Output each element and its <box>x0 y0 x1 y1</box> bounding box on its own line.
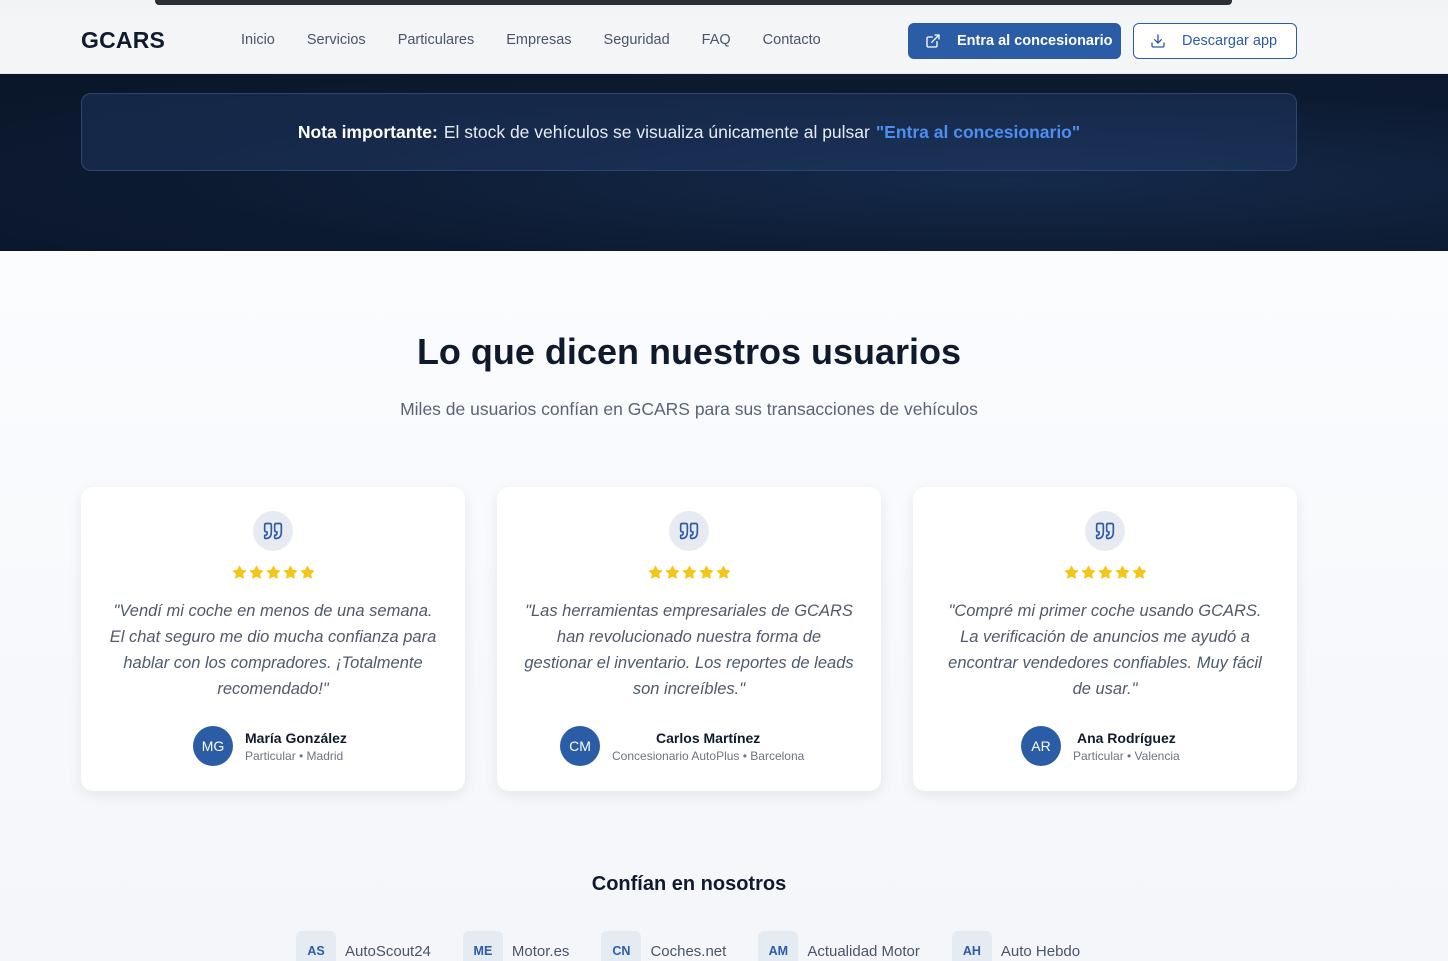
partner-badge: AS <box>296 931 336 961</box>
menu-item-seguridad[interactable]: Seguridad <box>604 32 670 48</box>
partner-badge: AH <box>951 931 992 961</box>
menu-item-contacto[interactable]: Contacto <box>763 32 821 48</box>
author-name: Ana Rodríguez <box>1076 729 1176 746</box>
partner-name: AutoScout24 <box>345 942 431 960</box>
enter-dealership-button[interactable]: Entra al concesionario <box>908 23 1121 59</box>
menu-item-servicios[interactable]: Servicios <box>307 32 366 48</box>
testimonial-quote: "Las herramientas empresariales de GCARS… <box>524 602 854 698</box>
trust-title: Confían en nosotros <box>591 873 787 895</box>
star-rating <box>497 565 881 580</box>
star-icon <box>699 565 713 579</box>
star-icon <box>1115 565 1129 579</box>
star-icon <box>249 565 263 579</box>
partner-item: AM Actualidad Motor <box>758 931 920 961</box>
testimonials-title: Lo que dicen nuestros usuarios <box>416 331 962 372</box>
testimonial-quote: "Vendí mi coche en menos de una semana. … <box>109 602 437 698</box>
menu-item-faq[interactable]: FAQ <box>702 32 731 48</box>
browser-top-strip <box>0 0 1448 9</box>
star-icon <box>300 565 314 579</box>
quote-icon <box>669 511 709 551</box>
star-icon <box>1064 565 1078 579</box>
star-icon <box>1098 565 1112 579</box>
author-name: Carlos Martínez <box>656 729 761 746</box>
menu-item-particulares[interactable]: Particulares <box>398 32 475 48</box>
partner-item: AS AutoScout24 <box>296 931 431 961</box>
testimonial-card: "Las herramientas empresariales de GCARS… <box>497 487 881 791</box>
partner-item: ME Motor.es <box>462 931 570 961</box>
star-icon <box>716 565 730 579</box>
testimonial-quote: "Compré mi primer coche usando GCARS. La… <box>948 602 1262 698</box>
external-link-icon <box>926 34 940 48</box>
partner-badge: AM <box>758 931 799 961</box>
partner-name: Motor.es <box>511 942 570 960</box>
star-icon <box>232 565 246 579</box>
star-icon <box>682 565 696 579</box>
hero-section: Nota importante: El stock de vehículos s… <box>0 74 1448 251</box>
author-role: Concesionario AutoPlus • Barcelona <box>612 748 805 763</box>
notice-text: El stock de vehículos se visualiza única… <box>443 121 870 142</box>
partner-item: AH Auto Hebdo <box>951 931 1081 961</box>
star-icon <box>266 565 280 579</box>
testimonial-card: "Compré mi primer coche usando GCARS. La… <box>913 487 1297 791</box>
logo[interactable]: GCARS <box>81 27 165 54</box>
partner-badge: CN <box>601 931 642 961</box>
download-app-label: Descargar app <box>1182 33 1278 49</box>
quote-icon <box>253 511 293 551</box>
important-notice: Nota importante: El stock de vehículos s… <box>81 93 1297 171</box>
star-icon <box>283 565 297 579</box>
partner-item: CN Coches.net <box>601 931 726 961</box>
menu-item-inicio[interactable]: Inicio <box>241 32 275 48</box>
star-rating <box>81 565 465 580</box>
author-role: Particular • Valencia <box>1073 748 1180 763</box>
partner-name: Auto Hebdo <box>1000 942 1081 960</box>
star-rating <box>913 565 1297 580</box>
testimonial-author: MG María González Particular • Madrid <box>193 726 347 766</box>
testimonial-author: AR Ana Rodríguez Particular • Valencia <box>1021 726 1180 766</box>
testimonials-section: Lo que dicen nuestros usuarios Miles de … <box>0 251 1448 961</box>
testimonial-author: CM Carlos Martínez Concesionario AutoPlu… <box>560 726 804 766</box>
download-icon <box>1151 34 1165 48</box>
download-app-button[interactable]: Descargar app <box>1133 23 1297 59</box>
avatar: AR <box>1021 726 1061 766</box>
notice-label: Nota importante: <box>297 121 438 142</box>
partner-name: Actualidad Motor <box>807 942 920 960</box>
avatar: CM <box>560 726 600 766</box>
top-scroll-bar <box>155 0 1232 5</box>
star-icon <box>1081 565 1095 579</box>
star-icon <box>665 565 679 579</box>
quote-icon <box>1085 511 1125 551</box>
author-name: María González <box>245 729 347 746</box>
author-role: Particular • Madrid <box>245 748 344 763</box>
notice-link[interactable]: "Entra al concesionario" <box>876 122 1080 143</box>
testimonial-card: "Vendí mi coche en menos de una semana. … <box>81 487 465 791</box>
avatar: MG <box>193 726 233 766</box>
star-icon <box>1132 565 1146 579</box>
menu-item-empresas[interactable]: Empresas <box>506 32 571 48</box>
navbar: GCARS Inicio Servicios Particulares Empr… <box>0 9 1448 74</box>
testimonials-subtitle: Miles de usuarios confían en GCARS para … <box>400 399 978 419</box>
enter-dealership-label: Entra al concesionario <box>957 33 1113 49</box>
partner-list: AS AutoScout24 ME Motor.es CN Coches.net… <box>296 931 1112 961</box>
partner-badge: ME <box>462 931 503 961</box>
star-icon <box>648 565 662 579</box>
main-menu: Inicio Servicios Particulares Empresas S… <box>241 32 853 48</box>
partner-name: Coches.net <box>650 942 727 960</box>
